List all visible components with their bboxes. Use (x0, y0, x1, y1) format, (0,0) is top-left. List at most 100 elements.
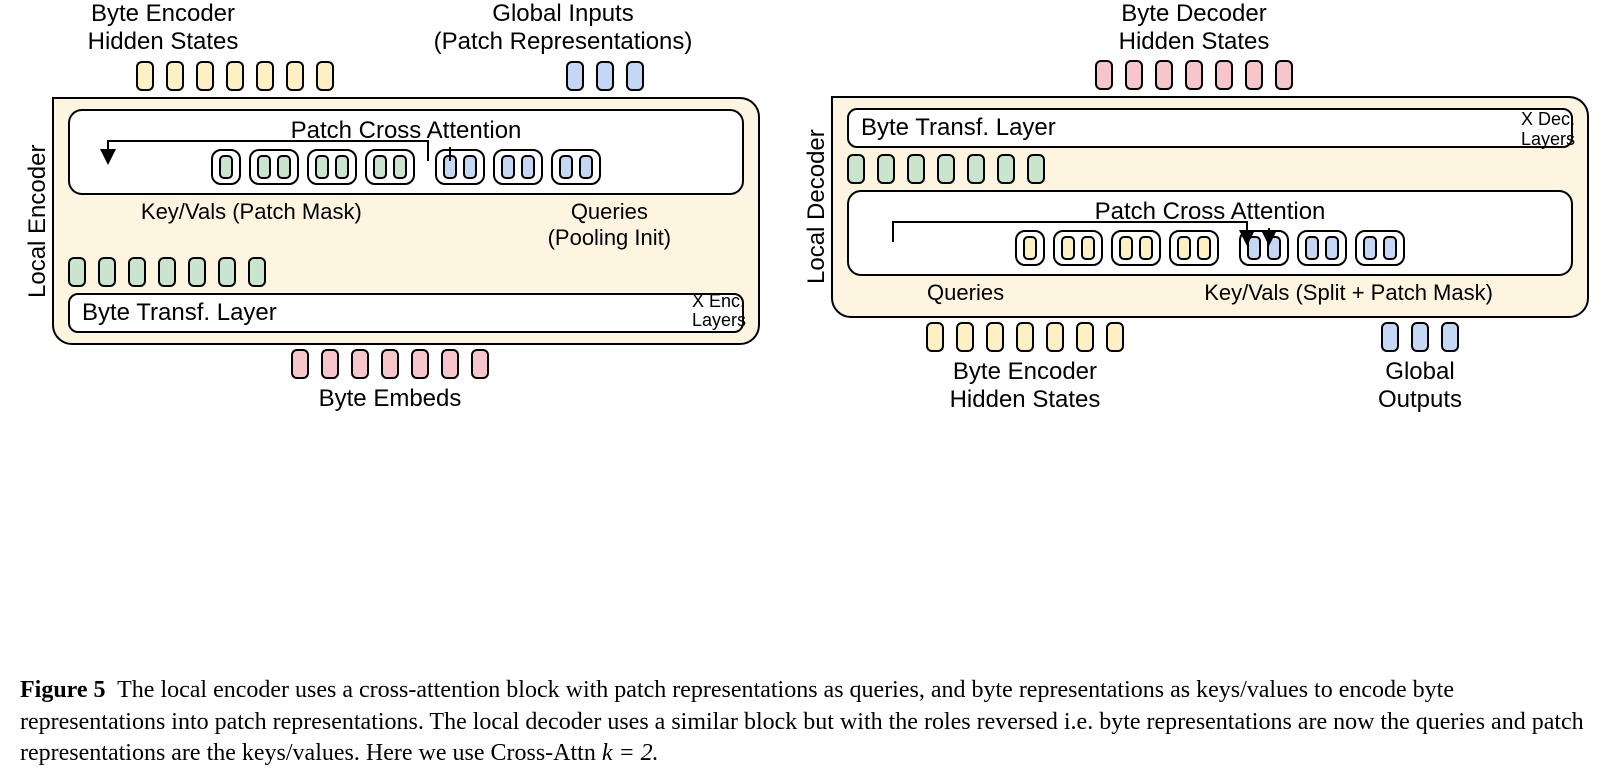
token (136, 61, 154, 91)
token (1245, 60, 1263, 90)
tokens-green-mid (847, 154, 1573, 184)
note-enc-layers: X Enc. Layers (692, 292, 746, 332)
label-byte-decoder-hidden: Byte Decoder Hidden States (1119, 0, 1270, 56)
label-global-outputs: Global Outputs (1378, 358, 1462, 414)
token (158, 257, 176, 287)
token (1247, 236, 1261, 260)
caption-body: The local encoder uses a cross-attention… (20, 677, 1584, 766)
token (1441, 322, 1459, 352)
token (321, 349, 339, 379)
token (1177, 236, 1191, 260)
token (1016, 322, 1034, 352)
group (365, 149, 415, 185)
token (926, 322, 944, 352)
token (579, 155, 593, 179)
token (877, 154, 895, 184)
token (986, 322, 1004, 352)
group (1053, 230, 1103, 266)
token (443, 155, 457, 179)
tokens-byte-embeds (291, 349, 489, 379)
label-byte-embeds: Byte Embeds (319, 385, 462, 413)
text: Byte Decoder Hidden States (1119, 0, 1270, 56)
text: X Dec. Layers (1521, 109, 1575, 149)
token (967, 154, 985, 184)
decoder-module: X Dec. Layers Byte Transf. Layer Patch C (831, 96, 1589, 318)
local-decoder-diagram: Byte Decoder Hidden States Local Decoder… (799, 0, 1589, 414)
text: Byte Encoder Hidden States (950, 358, 1101, 414)
under-labels: Queries Key/Vals (Split + Patch Mask) (847, 280, 1573, 306)
label-queries: Queries (Pooling Init) (548, 199, 672, 251)
token (1027, 154, 1045, 184)
token (98, 257, 116, 287)
token (1081, 236, 1095, 260)
token (1023, 236, 1037, 260)
token (291, 349, 309, 379)
token (1061, 236, 1075, 260)
token (128, 257, 146, 287)
token (218, 257, 236, 287)
token (559, 155, 573, 179)
tokens-global-inputs (566, 61, 644, 91)
tokens-yellow-bottom (926, 322, 1124, 352)
text: Byte Encoder Hidden States (88, 0, 239, 55)
token (257, 155, 271, 179)
tokens-blue-bottom (1381, 322, 1459, 352)
token (907, 154, 925, 184)
group (1111, 230, 1161, 266)
token (1267, 236, 1281, 260)
token (1106, 322, 1124, 352)
token (956, 322, 974, 352)
token (315, 155, 329, 179)
cross-attn-title: Patch Cross Attention (291, 117, 522, 145)
label-byte-encoder-hidden-bottom: Byte Encoder Hidden States (950, 358, 1101, 414)
group (249, 149, 299, 185)
group (493, 149, 543, 185)
group (1355, 230, 1405, 266)
token (1095, 60, 1113, 90)
token (1305, 236, 1319, 260)
byte-transf-layer: Byte Transf. Layer (68, 293, 744, 333)
token (471, 349, 489, 379)
text: Global Outputs (1378, 358, 1462, 414)
token (1275, 60, 1293, 90)
tokens-byte-hidden (136, 61, 334, 91)
local-encoder-diagram: Byte Encoder Hidden States Global Inputs… (20, 0, 760, 413)
token (1125, 60, 1143, 90)
token (1411, 322, 1429, 352)
group (1015, 230, 1045, 266)
token (1383, 236, 1397, 260)
kv-groups (211, 149, 415, 185)
token (566, 61, 584, 91)
label-kv: Key/Vals (Split + Patch Mask) (1204, 280, 1493, 306)
note-dec-layers: X Dec. Layers (1521, 110, 1575, 150)
token (393, 155, 407, 179)
token (501, 155, 515, 179)
token (248, 257, 266, 287)
token (997, 154, 1015, 184)
under-labels: Key/Vals (Patch Mask) Queries (Pooling I… (68, 199, 744, 251)
text: Global Inputs (Patch Representations) (434, 0, 693, 55)
token (411, 349, 429, 379)
token (188, 257, 206, 287)
kv-groups (1239, 230, 1405, 266)
token (937, 154, 955, 184)
token (373, 155, 387, 179)
encoder-top-labels: Byte Encoder Hidden States Global Inputs… (20, 0, 760, 55)
token (226, 61, 244, 91)
label-kv: Key/Vals (Patch Mask) (141, 199, 362, 251)
token (441, 349, 459, 379)
token (847, 154, 865, 184)
token (316, 61, 334, 91)
token (1119, 236, 1133, 260)
byte-transf-layer: Byte Transf. Layer (847, 108, 1573, 148)
token (1155, 60, 1173, 90)
token (1076, 322, 1094, 352)
token (351, 349, 369, 379)
token (521, 155, 535, 179)
token (1197, 236, 1211, 260)
group (1239, 230, 1289, 266)
label-byte-encoder-hidden: Byte Encoder Hidden States (88, 0, 239, 55)
decoder-cross-attention: Patch Cross Attention (847, 190, 1573, 276)
side-label-encoder: Local Encoder (20, 97, 52, 345)
token (196, 61, 214, 91)
